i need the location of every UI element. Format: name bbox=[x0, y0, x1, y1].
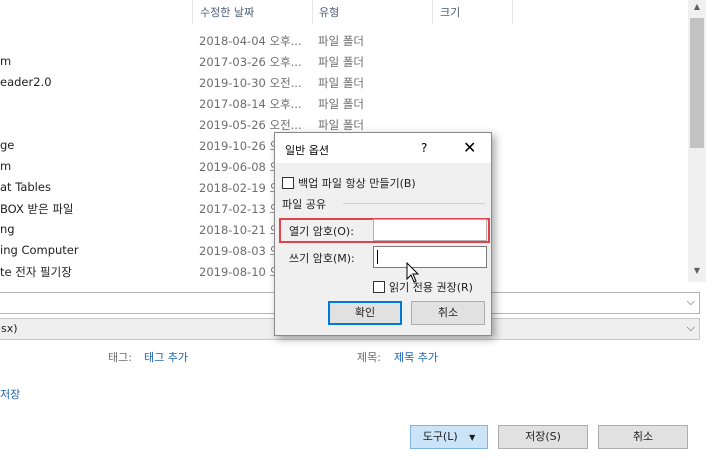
dialog-titlebar[interactable]: 일반 옵션 ? ✕ bbox=[275, 133, 491, 163]
dialog-cancel-button[interactable]: 취소 bbox=[411, 301, 485, 325]
save-button[interactable]: 저장(S) bbox=[498, 425, 588, 449]
column-separator bbox=[432, 0, 433, 24]
file-type: 파일 폴더 bbox=[318, 97, 364, 111]
file-date: 2019-10-30 오전... bbox=[199, 76, 302, 90]
help-icon[interactable]: ? bbox=[421, 141, 427, 155]
file-name: eader2.0 bbox=[0, 75, 52, 89]
file-name: m bbox=[0, 159, 12, 173]
file-type: 파일 폴더 bbox=[318, 76, 364, 90]
file-date: 2017-03-26 오후... bbox=[199, 55, 302, 69]
general-options-dialog: 일반 옵션 ? ✕ 백업 파일 항상 만들기(B) 파일 공유 열기 암호(O)… bbox=[274, 132, 492, 336]
open-password-input[interactable] bbox=[373, 219, 487, 241]
open-password-label: 열기 암호(O): bbox=[289, 225, 354, 238]
file-sharing-group-title: 파일 공유 bbox=[282, 198, 326, 211]
file-name: ng bbox=[0, 222, 15, 236]
column-separator bbox=[192, 0, 193, 24]
file-date: 2017-08-14 오후... bbox=[199, 97, 302, 111]
chevron-down-icon[interactable]: ⌵ bbox=[687, 321, 695, 335]
backup-label: 백업 파일 항상 만들기(B) bbox=[298, 177, 416, 190]
close-icon[interactable]: ✕ bbox=[463, 138, 476, 157]
tools-label: 도구(L) bbox=[422, 430, 458, 443]
sort-up-icon: ^ bbox=[58, 0, 67, 7]
file-type: 파일 폴더 bbox=[318, 34, 364, 48]
cancel-button[interactable]: 취소 bbox=[598, 425, 688, 449]
ok-button[interactable]: 확인 bbox=[328, 301, 402, 325]
file-date: 2018-04-04 오후... bbox=[199, 34, 302, 48]
text-caret bbox=[377, 250, 378, 264]
write-password-label: 쓰기 암호(M): bbox=[289, 252, 355, 265]
title-label: 제목: bbox=[357, 351, 381, 364]
scroll-up-icon[interactable]: ▲ bbox=[688, 2, 706, 16]
backup-checkbox[interactable] bbox=[282, 177, 294, 189]
file-name: m bbox=[0, 54, 12, 68]
column-separator bbox=[312, 0, 313, 24]
group-divider bbox=[343, 203, 485, 204]
chevron-down-icon[interactable]: ⌵ bbox=[687, 295, 695, 309]
scrollbar-thumb[interactable] bbox=[690, 18, 704, 148]
write-password-input[interactable] bbox=[373, 246, 487, 268]
save-link[interactable]: 저장 bbox=[0, 386, 20, 402]
readonly-label: 읽기 전용 권장(R) bbox=[389, 281, 473, 294]
mouse-pointer-icon bbox=[406, 262, 420, 283]
list-item[interactable]: eader2.0 2019-10-30 오전... 파일 폴더 bbox=[0, 73, 686, 94]
column-header-size[interactable]: 크기 bbox=[440, 0, 460, 24]
file-type: 파일 폴더 bbox=[318, 55, 364, 69]
list-item[interactable]: 2018-04-04 오후... 파일 폴더 bbox=[0, 31, 686, 52]
column-header-date[interactable]: 수정한 날짜 bbox=[200, 0, 254, 24]
vertical-scrollbar[interactable]: ▲ ▼ bbox=[688, 0, 706, 282]
dialog-title: 일반 옵션 bbox=[285, 144, 329, 157]
scroll-down-icon[interactable]: ▼ bbox=[688, 266, 706, 280]
column-header-type[interactable]: 유형 bbox=[319, 0, 339, 24]
readonly-checkbox[interactable] bbox=[373, 281, 385, 293]
dropdown-arrow-icon: ▼ bbox=[469, 433, 476, 442]
file-name: BOX 받은 파일 bbox=[0, 202, 74, 216]
list-item[interactable]: m 2017-03-26 오후... 파일 폴더 bbox=[0, 52, 686, 73]
add-tag-link[interactable]: 태그 추가 bbox=[144, 349, 188, 365]
file-date: 2019-05-26 오전... bbox=[199, 118, 302, 132]
file-name: te 전자 필기장 bbox=[0, 265, 72, 279]
tags-label: 태그: bbox=[108, 351, 132, 364]
filetype-value: sx) bbox=[1, 322, 18, 335]
tools-button[interactable]: 도구(L) ▼ bbox=[410, 425, 488, 449]
file-name: ge bbox=[0, 138, 15, 152]
column-separator bbox=[512, 0, 513, 24]
add-title-link[interactable]: 제목 추가 bbox=[394, 349, 438, 365]
file-type: 파일 폴더 bbox=[318, 118, 364, 132]
file-name: at Tables bbox=[0, 180, 51, 194]
file-name: ing Computer bbox=[0, 243, 79, 257]
list-item[interactable]: 2017-08-14 오후... 파일 폴더 bbox=[0, 94, 686, 115]
